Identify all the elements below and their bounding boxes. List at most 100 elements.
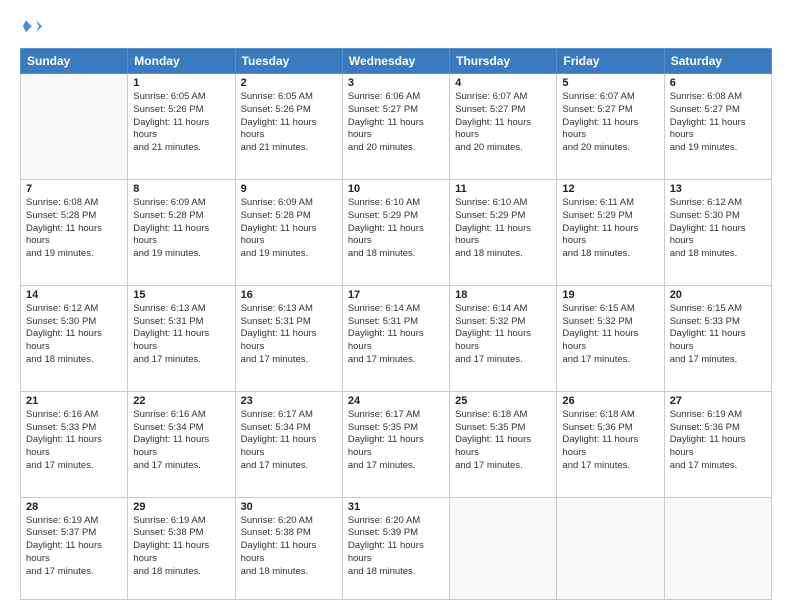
- header: [20, 16, 772, 38]
- day-number: 29: [133, 501, 229, 513]
- day-info: Sunrise: 6:15 AMSunset: 5:32 PMDaylight:…: [562, 303, 658, 367]
- day-info: Sunrise: 6:14 AMSunset: 5:31 PMDaylight:…: [348, 303, 444, 367]
- day-number: 4: [455, 77, 551, 89]
- calendar-cell: 6Sunrise: 6:08 AMSunset: 5:27 PMDaylight…: [664, 74, 771, 180]
- day-info: Sunrise: 6:15 AMSunset: 5:33 PMDaylight:…: [670, 303, 766, 367]
- day-number: 6: [670, 77, 766, 89]
- calendar-cell: 8 Sunrise: 6:09 AMSunset: 5:28 PMDaylight…: [128, 179, 235, 285]
- day-number: 19: [562, 289, 658, 301]
- calendar-cell: [664, 497, 771, 599]
- calendar-cell: 26 Sunrise: 6:18 AMSunset: 5:36 PMDayligh…: [557, 391, 664, 497]
- day-number: 13: [670, 183, 766, 195]
- calendar-cell: 16 Sunrise: 6:13 AMSunset: 5:31 PMDayligh…: [235, 285, 342, 391]
- day-number: 21: [26, 395, 122, 407]
- calendar-cell: 3 Sunrise: 6:06 AMSunset: 5:27 PMDaylight…: [342, 74, 449, 180]
- day-number: 25: [455, 395, 551, 407]
- calendar-cell: [21, 74, 128, 180]
- col-header-monday: Monday: [128, 49, 235, 74]
- col-header-thursday: Thursday: [450, 49, 557, 74]
- day-number: 17: [348, 289, 444, 301]
- col-header-tuesday: Tuesday: [235, 49, 342, 74]
- calendar-cell: 18 Sunrise: 6:14 AMSunset: 5:32 PMDayligh…: [450, 285, 557, 391]
- calendar-cell: 12 Sunrise: 6:11 AMSunset: 5:29 PMDayligh…: [557, 179, 664, 285]
- day-info: Sunrise: 6:10 AMSunset: 5:29 PMDaylight:…: [455, 197, 551, 261]
- day-number: 18: [455, 289, 551, 301]
- calendar-cell: 20 Sunrise: 6:15 AMSunset: 5:33 PMDayligh…: [664, 285, 771, 391]
- day-info: Sunrise: 6:20 AMSunset: 5:39 PMDaylight:…: [348, 515, 444, 579]
- calendar-cell: 28 Sunrise: 6:19 AMSunset: 5:37 PMDayligh…: [21, 497, 128, 599]
- day-number: 12: [562, 183, 658, 195]
- day-info: Sunrise: 6:07 AMSunset: 5:27 PMDaylight:…: [562, 91, 658, 155]
- day-number: 22: [133, 395, 229, 407]
- day-number: 15: [133, 289, 229, 301]
- day-info: Sunrise: 6:20 AMSunset: 5:38 PMDaylight:…: [241, 515, 337, 579]
- week-row-1: 1 Sunrise: 6:05 AMSunset: 5:26 PMDaylight…: [21, 74, 772, 180]
- day-number: 10: [348, 183, 444, 195]
- day-info: Sunrise: 6:19 AMSunset: 5:36 PMDaylight:…: [670, 409, 766, 473]
- day-number: 9: [241, 183, 337, 195]
- day-info: Sunrise: 6:13 AMSunset: 5:31 PMDaylight:…: [133, 303, 229, 367]
- day-info: Sunrise: 6:18 AMSunset: 5:35 PMDaylight:…: [455, 409, 551, 473]
- calendar-cell: 14Sunrise: 6:12 AMSunset: 5:30 PMDayligh…: [21, 285, 128, 391]
- day-number: 16: [241, 289, 337, 301]
- calendar-header-row: SundayMondayTuesdayWednesdayThursdayFrid…: [21, 49, 772, 74]
- day-info: Sunrise: 6:12 AMSunset: 5:30 PMDaylight:…: [670, 197, 766, 261]
- day-number: 11: [455, 183, 551, 195]
- day-info: Sunrise: 6:17 AMSunset: 5:35 PMDaylight:…: [348, 409, 444, 473]
- day-number: 28: [26, 501, 122, 513]
- calendar-cell: 11 Sunrise: 6:10 AMSunset: 5:29 PMDayligh…: [450, 179, 557, 285]
- week-row-2: 7 Sunrise: 6:08 AMSunset: 5:28 PMDaylight…: [21, 179, 772, 285]
- day-number: 2: [241, 77, 337, 89]
- day-info: Sunrise: 6:17 AMSunset: 5:34 PMDaylight:…: [241, 409, 337, 473]
- day-number: 3: [348, 77, 444, 89]
- calendar-cell: 13 Sunrise: 6:12 AMSunset: 5:30 PMDayligh…: [664, 179, 771, 285]
- calendar-cell: 19 Sunrise: 6:15 AMSunset: 5:32 PMDayligh…: [557, 285, 664, 391]
- day-number: 14: [26, 289, 122, 301]
- calendar-cell: 29Sunrise: 6:19 AMSunset: 5:38 PMDayligh…: [128, 497, 235, 599]
- calendar-cell: 5 Sunrise: 6:07 AMSunset: 5:27 PMDaylight…: [557, 74, 664, 180]
- calendar-cell: 10 Sunrise: 6:10 AMSunset: 5:29 PMDayligh…: [342, 179, 449, 285]
- day-number: 27: [670, 395, 766, 407]
- calendar-cell: 24 Sunrise: 6:17 AMSunset: 5:35 PMDayligh…: [342, 391, 449, 497]
- day-info: Sunrise: 6:16 AMSunset: 5:34 PMDaylight:…: [133, 409, 229, 473]
- day-number: 26: [562, 395, 658, 407]
- day-info: Sunrise: 6:19 AMSunset: 5:37 PMDaylight:…: [26, 515, 122, 579]
- calendar-cell: 30 Sunrise: 6:20 AMSunset: 5:38 PMDayligh…: [235, 497, 342, 599]
- week-row-5: 28 Sunrise: 6:19 AMSunset: 5:37 PMDayligh…: [21, 497, 772, 599]
- day-info: Sunrise: 6:05 AMSunset: 5:26 PMDaylight:…: [241, 91, 337, 155]
- day-info: Sunrise: 6:07 AMSunset: 5:27 PMDaylight:…: [455, 91, 551, 155]
- calendar-cell: 1Sunrise: 6:05 AMSunset: 5:26 PMDaylight…: [128, 74, 235, 180]
- col-header-friday: Friday: [557, 49, 664, 74]
- day-info: Sunrise: 6:11 AMSunset: 5:29 PMDaylight:…: [562, 197, 658, 261]
- day-info: Sunrise: 6:06 AMSunset: 5:27 PMDaylight:…: [348, 91, 444, 155]
- logo-icon: [20, 16, 42, 38]
- calendar-cell: 21 Sunrise: 6:16 AMSunset: 5:33 PMDayligh…: [21, 391, 128, 497]
- day-number: 5: [562, 77, 658, 89]
- calendar-cell: 31 Sunrise: 6:20 AMSunset: 5:39 PMDayligh…: [342, 497, 449, 599]
- calendar-cell: 23Sunrise: 6:17 AMSunset: 5:34 PMDayligh…: [235, 391, 342, 497]
- calendar-cell: 2 Sunrise: 6:05 AMSunset: 5:26 PMDaylight…: [235, 74, 342, 180]
- day-number: 1: [133, 77, 229, 89]
- calendar-cell: 27 Sunrise: 6:19 AMSunset: 5:36 PMDayligh…: [664, 391, 771, 497]
- week-row-3: 14Sunrise: 6:12 AMSunset: 5:30 PMDayligh…: [21, 285, 772, 391]
- day-info: Sunrise: 6:18 AMSunset: 5:36 PMDaylight:…: [562, 409, 658, 473]
- col-header-saturday: Saturday: [664, 49, 771, 74]
- calendar-cell: 22 Sunrise: 6:16 AMSunset: 5:34 PMDayligh…: [128, 391, 235, 497]
- day-info: Sunrise: 6:16 AMSunset: 5:33 PMDaylight:…: [26, 409, 122, 473]
- calendar-cell: [450, 497, 557, 599]
- day-info: Sunrise: 6:09 AMSunset: 5:28 PMDaylight:…: [133, 197, 229, 261]
- day-number: 31: [348, 501, 444, 513]
- day-number: 8: [133, 183, 229, 195]
- day-info: Sunrise: 6:14 AMSunset: 5:32 PMDaylight:…: [455, 303, 551, 367]
- day-number: 20: [670, 289, 766, 301]
- day-number: 7: [26, 183, 122, 195]
- calendar-cell: 4 Sunrise: 6:07 AMSunset: 5:27 PMDaylight…: [450, 74, 557, 180]
- col-header-sunday: Sunday: [21, 49, 128, 74]
- day-number: 24: [348, 395, 444, 407]
- day-number: 30: [241, 501, 337, 513]
- day-info: Sunrise: 6:13 AMSunset: 5:31 PMDaylight:…: [241, 303, 337, 367]
- day-info: Sunrise: 6:08 AMSunset: 5:28 PMDaylight:…: [26, 197, 122, 261]
- day-info: Sunrise: 6:09 AMSunset: 5:28 PMDaylight:…: [241, 197, 337, 261]
- page: SundayMondayTuesdayWednesdayThursdayFrid…: [0, 0, 792, 612]
- day-info: Sunrise: 6:10 AMSunset: 5:29 PMDaylight:…: [348, 197, 444, 261]
